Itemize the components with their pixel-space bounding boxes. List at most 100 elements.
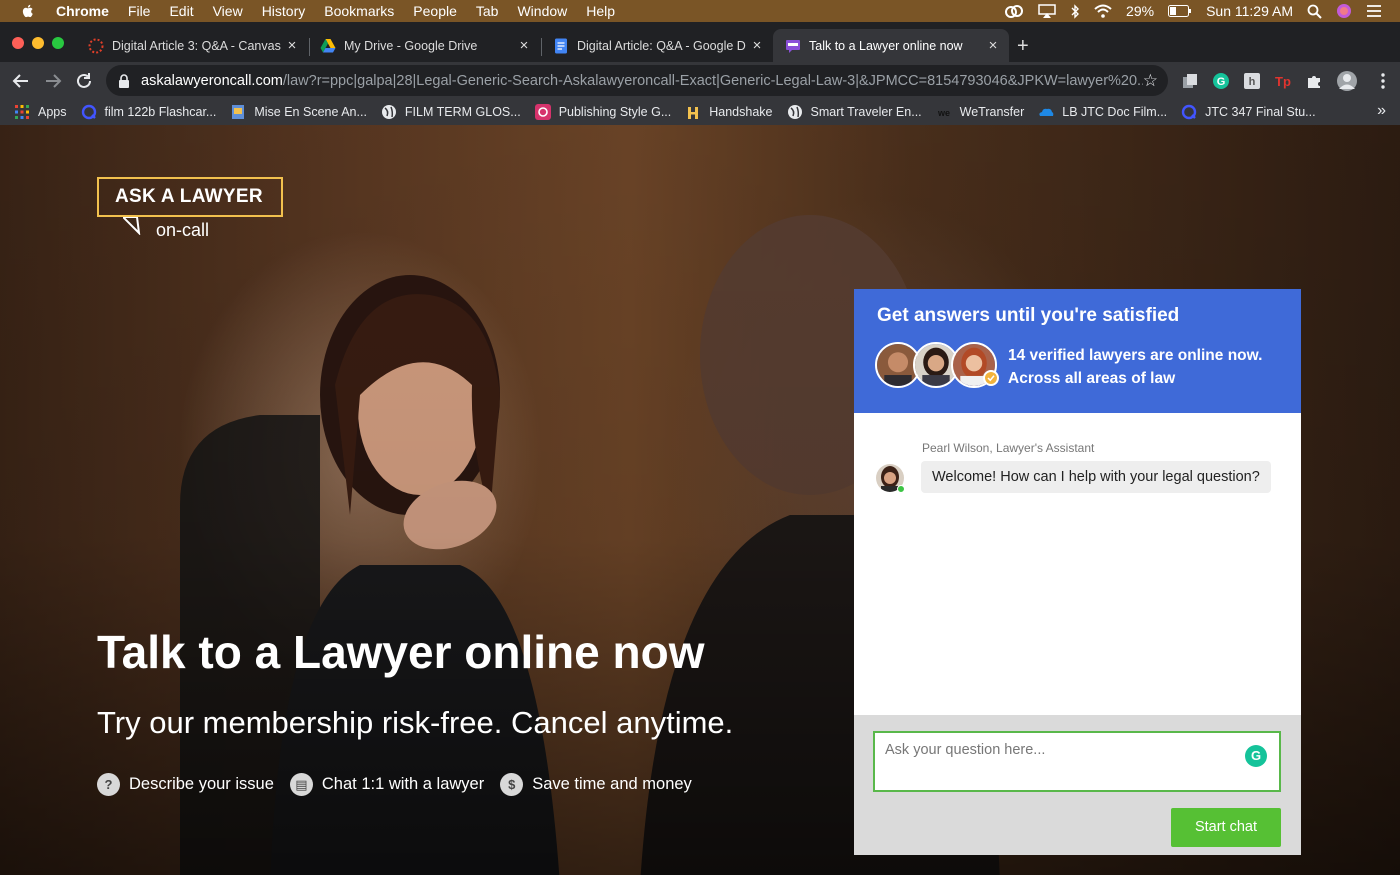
grammarly-icon[interactable]: G	[1245, 745, 1267, 767]
airplay-icon[interactable]	[1038, 4, 1056, 18]
tab-google-drive[interactable]: My Drive - Google Drive ×	[308, 29, 540, 62]
canvas-icon	[88, 38, 104, 53]
close-window-button[interactable]	[12, 37, 24, 49]
new-tab-button[interactable]: +	[1017, 35, 1029, 58]
feature-label: Save time and money	[532, 775, 692, 793]
bluetooth-icon[interactable]	[1070, 3, 1080, 19]
profile-avatar-icon[interactable]	[1336, 70, 1358, 92]
notification-center-icon[interactable]	[1366, 4, 1382, 18]
verified-badge-icon	[983, 370, 999, 386]
feature-label: Chat 1:1 with a lawyer	[321, 775, 485, 793]
menu-help[interactable]: Help	[586, 3, 615, 19]
reload-button[interactable]	[73, 70, 95, 92]
welcome-message: Welcome! How can I help with your legal …	[921, 461, 1271, 493]
bookmark-label: Smart Traveler En...	[810, 105, 922, 119]
close-tab-icon[interactable]: ×	[747, 37, 767, 54]
bookmark-apps[interactable]: Apps	[14, 104, 67, 120]
lock-icon[interactable]	[118, 73, 130, 88]
bookmark-label: WeTransfer	[959, 105, 1025, 119]
google-docs-icon	[555, 38, 567, 53]
tab-ask-a-lawyer-active[interactable]: Talk to a Lawyer online now ×	[773, 29, 1009, 62]
close-tab-icon[interactable]: ×	[983, 37, 1003, 54]
tab-google-docs[interactable]: Digital Article: Q&A - Google D ×	[541, 29, 773, 62]
back-arrow-icon	[12, 74, 28, 88]
bookmark-wetransfer[interactable]: we WeTransfer	[936, 104, 1025, 120]
bookmark-film-flashcards[interactable]: film 122b Flashcar...	[81, 104, 216, 120]
close-tab-icon[interactable]: ×	[514, 37, 534, 54]
chat-header: Get answers until you're satisfied 14 ve…	[854, 289, 1301, 413]
url-host: askalawyeroncall.com	[141, 72, 283, 89]
menu-people[interactable]: People	[413, 3, 457, 19]
bookmark-star-icon[interactable]: ☆	[1143, 71, 1158, 91]
wifi-icon[interactable]	[1094, 4, 1112, 18]
bookmark-handshake[interactable]: Handshake	[685, 104, 773, 120]
feature-label: Describe your issue	[129, 775, 274, 793]
forward-arrow-icon	[46, 74, 62, 88]
feature-list: ? Describe your issue ▤ Chat 1:1 with a …	[97, 773, 708, 796]
lawyers-online-text: 14 verified lawyers are online now. Acro…	[1008, 344, 1262, 390]
wetransfer-icon: we	[937, 108, 950, 118]
bookmark-label: JTC 347 Final Stu...	[1205, 105, 1316, 119]
battery-percent: 29%	[1126, 3, 1155, 19]
siri-icon[interactable]	[1336, 3, 1352, 19]
lawyers-areas: Across all areas of law	[1008, 370, 1176, 387]
grammarly-extension-icon[interactable]: G	[1212, 72, 1230, 90]
feature-save-time-money: $ Save time and money	[500, 773, 692, 796]
close-tab-icon[interactable]: ×	[282, 37, 302, 54]
bookmark-jtc-347-final[interactable]: JTC 347 Final Stu...	[1181, 104, 1316, 120]
globe-icon	[381, 105, 396, 119]
svg-text:Tp: Tp	[1275, 74, 1291, 89]
tab-title: Talk to a Lawyer online now	[809, 38, 963, 53]
bookmarks-overflow-button[interactable]: »	[1377, 102, 1386, 120]
menu-file[interactable]: File	[128, 3, 151, 19]
address-bar[interactable]: askalawyeroncall.com /law?r=ppc|galpa|28…	[106, 65, 1168, 96]
back-button[interactable]	[10, 70, 32, 92]
h-extension-icon[interactable]: h	[1243, 72, 1261, 90]
chrome-menu-icon[interactable]	[1374, 72, 1392, 90]
svg-text:G: G	[1217, 76, 1226, 88]
ask-lawyer-favicon	[786, 39, 800, 53]
svg-text:we: we	[937, 108, 950, 118]
logo-sub-text: on-call	[156, 220, 210, 240]
bookmark-film-term-glossary[interactable]: FILM TERM GLOS...	[381, 104, 521, 120]
tab-title: Digital Article 3: Q&A - Canvas	[112, 38, 281, 53]
quizlet-icon	[1181, 104, 1197, 120]
menu-tab[interactable]: Tab	[476, 3, 499, 19]
tp-extension-icon[interactable]: Tp	[1274, 72, 1292, 90]
forward-button[interactable]	[42, 70, 64, 92]
bookmark-lb-jtc-doc-film[interactable]: LB JTC Doc Film...	[1038, 104, 1167, 120]
start-chat-button[interactable]: Start chat	[1171, 808, 1281, 847]
ask-a-lawyer-logo[interactable]: ASK A LAWYER on-call	[97, 177, 283, 240]
bookmark-label: Publishing Style G...	[558, 105, 672, 119]
battery-icon[interactable]	[1168, 5, 1192, 17]
menu-edit[interactable]: Edit	[169, 3, 193, 19]
zoom-window-button[interactable]	[52, 37, 64, 49]
menu-app-name[interactable]: Chrome	[56, 3, 109, 19]
spotlight-search-icon[interactable]	[1307, 4, 1322, 19]
tab-canvas[interactable]: Digital Article 3: Q&A - Canvas ×	[76, 29, 308, 62]
chat-widget: Get answers until you're satisfied 14 ve…	[854, 289, 1301, 855]
menu-view[interactable]: View	[213, 3, 243, 19]
google-drive-icon	[320, 38, 336, 52]
feature-chat-with-lawyer: ▤ Chat 1:1 with a lawyer	[289, 773, 485, 796]
onedrive-icon	[1039, 108, 1054, 116]
question-input[interactable]: Ask your question here... G	[873, 731, 1281, 792]
extensions-puzzle-icon[interactable]	[1305, 72, 1323, 90]
bookmark-label: Handshake	[709, 105, 773, 119]
page-subtitle: Try our membership risk-free. Cancel any…	[97, 705, 734, 740]
menu-history[interactable]: History	[262, 3, 306, 19]
minimize-window-button[interactable]	[32, 37, 44, 49]
dollar-icon: $	[500, 773, 524, 796]
browser-toolbar: askalawyeroncall.com /law?r=ppc|galpa|28…	[0, 62, 1400, 99]
menu-bookmarks[interactable]: Bookmarks	[324, 3, 394, 19]
extension-copy-icon[interactable]	[1181, 72, 1199, 90]
question-input-placeholder: Ask your question here...	[885, 742, 1046, 758]
macos-menu-bar: Chrome File Edit View History Bookmarks …	[0, 0, 1400, 22]
bookmark-mise-en-scene[interactable]: Mise En Scene An...	[230, 104, 367, 120]
bookmark-smart-traveler[interactable]: Smart Traveler En...	[787, 104, 922, 120]
creative-cloud-icon[interactable]	[1004, 4, 1024, 18]
apple-logo-icon[interactable]	[20, 3, 36, 19]
bookmark-publishing-style[interactable]: Publishing Style G...	[534, 104, 672, 120]
menubar-clock[interactable]: Sun 11:29 AM	[1206, 3, 1293, 19]
menu-window[interactable]: Window	[517, 3, 567, 19]
